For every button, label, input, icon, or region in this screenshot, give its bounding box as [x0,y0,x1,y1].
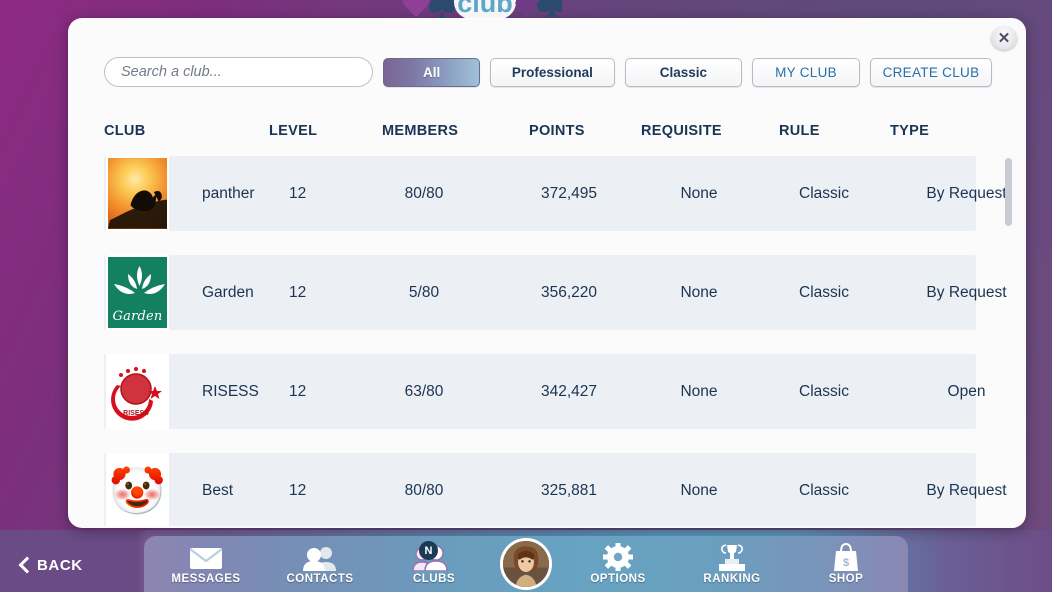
club-name: Garden [202,283,254,301]
svg-text:club: club [457,0,513,18]
column-header-rule: RULE [779,123,820,139]
club-rule: Classic [799,481,849,499]
trophy-icon [715,543,749,571]
table-row[interactable]: 🤡 Best 12 80/80 325,881 None Classic By … [104,453,1007,526]
club-type: Open [947,382,986,400]
column-header-type: TYPE [890,123,930,139]
club-points: 342,427 [540,382,598,400]
nav-shop[interactable]: $ SHOP [798,536,894,592]
bottom-navbar: MESSAGES CONTACTS N CLUBS OPTIONS RANKIN… [144,536,908,592]
table-row[interactable]: Garden Garden 12 5/80 356,220 None Class… [104,255,1007,330]
club-members: 80/80 [404,481,444,499]
nav-ranking[interactable]: RANKING [684,536,780,592]
club-rule: Classic [799,283,849,301]
diamond-suit-icon [515,0,537,18]
club-type: By Request [926,481,1007,499]
nav-contacts[interactable]: CONTACTS [272,536,368,592]
avatar[interactable] [500,538,552,590]
club-level: 12 [289,481,307,499]
table-header: CLUB LEVEL MEMBERS POINTS REQUISITE RULE… [104,123,992,155]
club-points: 356,220 [540,283,598,301]
club-members: 80/80 [404,184,444,202]
club-logo: club [402,0,568,26]
filter-tab-classic[interactable]: Classic [624,57,743,87]
clubs-icon: N [412,541,456,571]
club-name: Best [202,481,234,499]
gear-icon [603,543,633,571]
create-club-button[interactable]: CREATE CLUB [870,57,992,87]
my-club-button[interactable]: MY CLUB [752,57,860,87]
club-requisite: None [680,283,718,301]
nav-options-label: OPTIONS [590,573,646,585]
envelope-icon [189,543,223,571]
club-requisite: None [680,184,718,202]
column-header-members: MEMBERS [382,123,459,139]
svg-text:RISESS: RISESS [123,410,149,417]
table-row[interactable]: RISESS RISESS 12 63/80 342,427 None Clas… [104,354,985,429]
column-header-club: CLUB [104,123,146,139]
close-icon[interactable]: ✕ [991,26,1017,50]
garden-avatar-text: Garden [112,309,163,324]
back-button-label: BACK [37,556,83,574]
garden-avatar: Garden [106,255,169,330]
joker-emoji-icon: 🤡 [108,455,167,526]
contacts-icon [301,543,339,571]
table-row[interactable]: panther 12 80/80 372,495 None Classic By… [104,156,1007,231]
filter-tab-professional[interactable]: Professional [489,57,615,87]
club-points: 372,495 [540,184,598,202]
column-header-level: LEVEL [269,123,318,139]
shopping-bag-icon: $ [832,543,860,571]
club-rule: Classic [799,382,849,400]
heart-suit-icon [402,0,430,17]
club-level: 12 [289,382,307,400]
globe-emblem-icon: RISESS [110,366,162,421]
nav-ranking-label: RANKING [703,573,761,585]
club-points: 325,881 [540,481,598,499]
club-rule: Classic [799,184,849,202]
svg-text:$: $ [843,557,849,569]
column-header-requisite: REQUISITE [641,123,722,139]
spade-suit-icon [429,0,455,18]
filter-tab-all[interactable]: All [383,57,480,87]
back-button[interactable]: BACK [18,556,83,574]
club-logo-text: club [454,0,516,19]
club-members: 5/80 [408,283,440,301]
club-list[interactable]: panther 12 80/80 372,495 None Classic By… [104,156,1009,526]
nav-options[interactable]: OPTIONS [570,536,666,592]
best-avatar: 🤡 [106,453,169,526]
club-type: By Request [926,184,1007,202]
club-level: 12 [289,283,307,301]
club-list-panel: ✕ All Professional Classic MY CLUB CREAT… [68,18,1026,528]
nav-shop-label: SHOP [828,573,864,585]
panther-avatar [106,156,169,231]
toolbar: All Professional Classic MY CLUB CREATE … [104,57,992,87]
club-name: panther [202,184,255,202]
nav-contacts-label: CONTACTS [286,573,354,585]
nav-messages[interactable]: MESSAGES [158,536,254,592]
chevron-left-icon [18,556,30,574]
nav-clubs-label: CLUBS [412,573,456,585]
club-requisite: None [680,382,718,400]
club-requisite: None [680,481,718,499]
club-type: By Request [926,283,1007,301]
nav-messages-label: MESSAGES [171,573,241,585]
clubs-notification-badge: N [419,541,438,560]
risess-avatar: RISESS [106,354,169,429]
club-name: RISESS [202,382,259,400]
column-header-points: POINTS [529,123,585,139]
lotus-leaf-icon [114,266,165,294]
scrollbar-thumb[interactable] [1005,158,1012,226]
search-input[interactable] [104,57,374,87]
club-suit-icon [536,0,568,17]
list-scrollbar[interactable] [1005,156,1012,526]
panther-silhouette-icon [108,190,167,229]
club-members: 63/80 [404,382,444,400]
nav-clubs[interactable]: N CLUBS [386,536,482,592]
club-level: 12 [289,184,307,202]
